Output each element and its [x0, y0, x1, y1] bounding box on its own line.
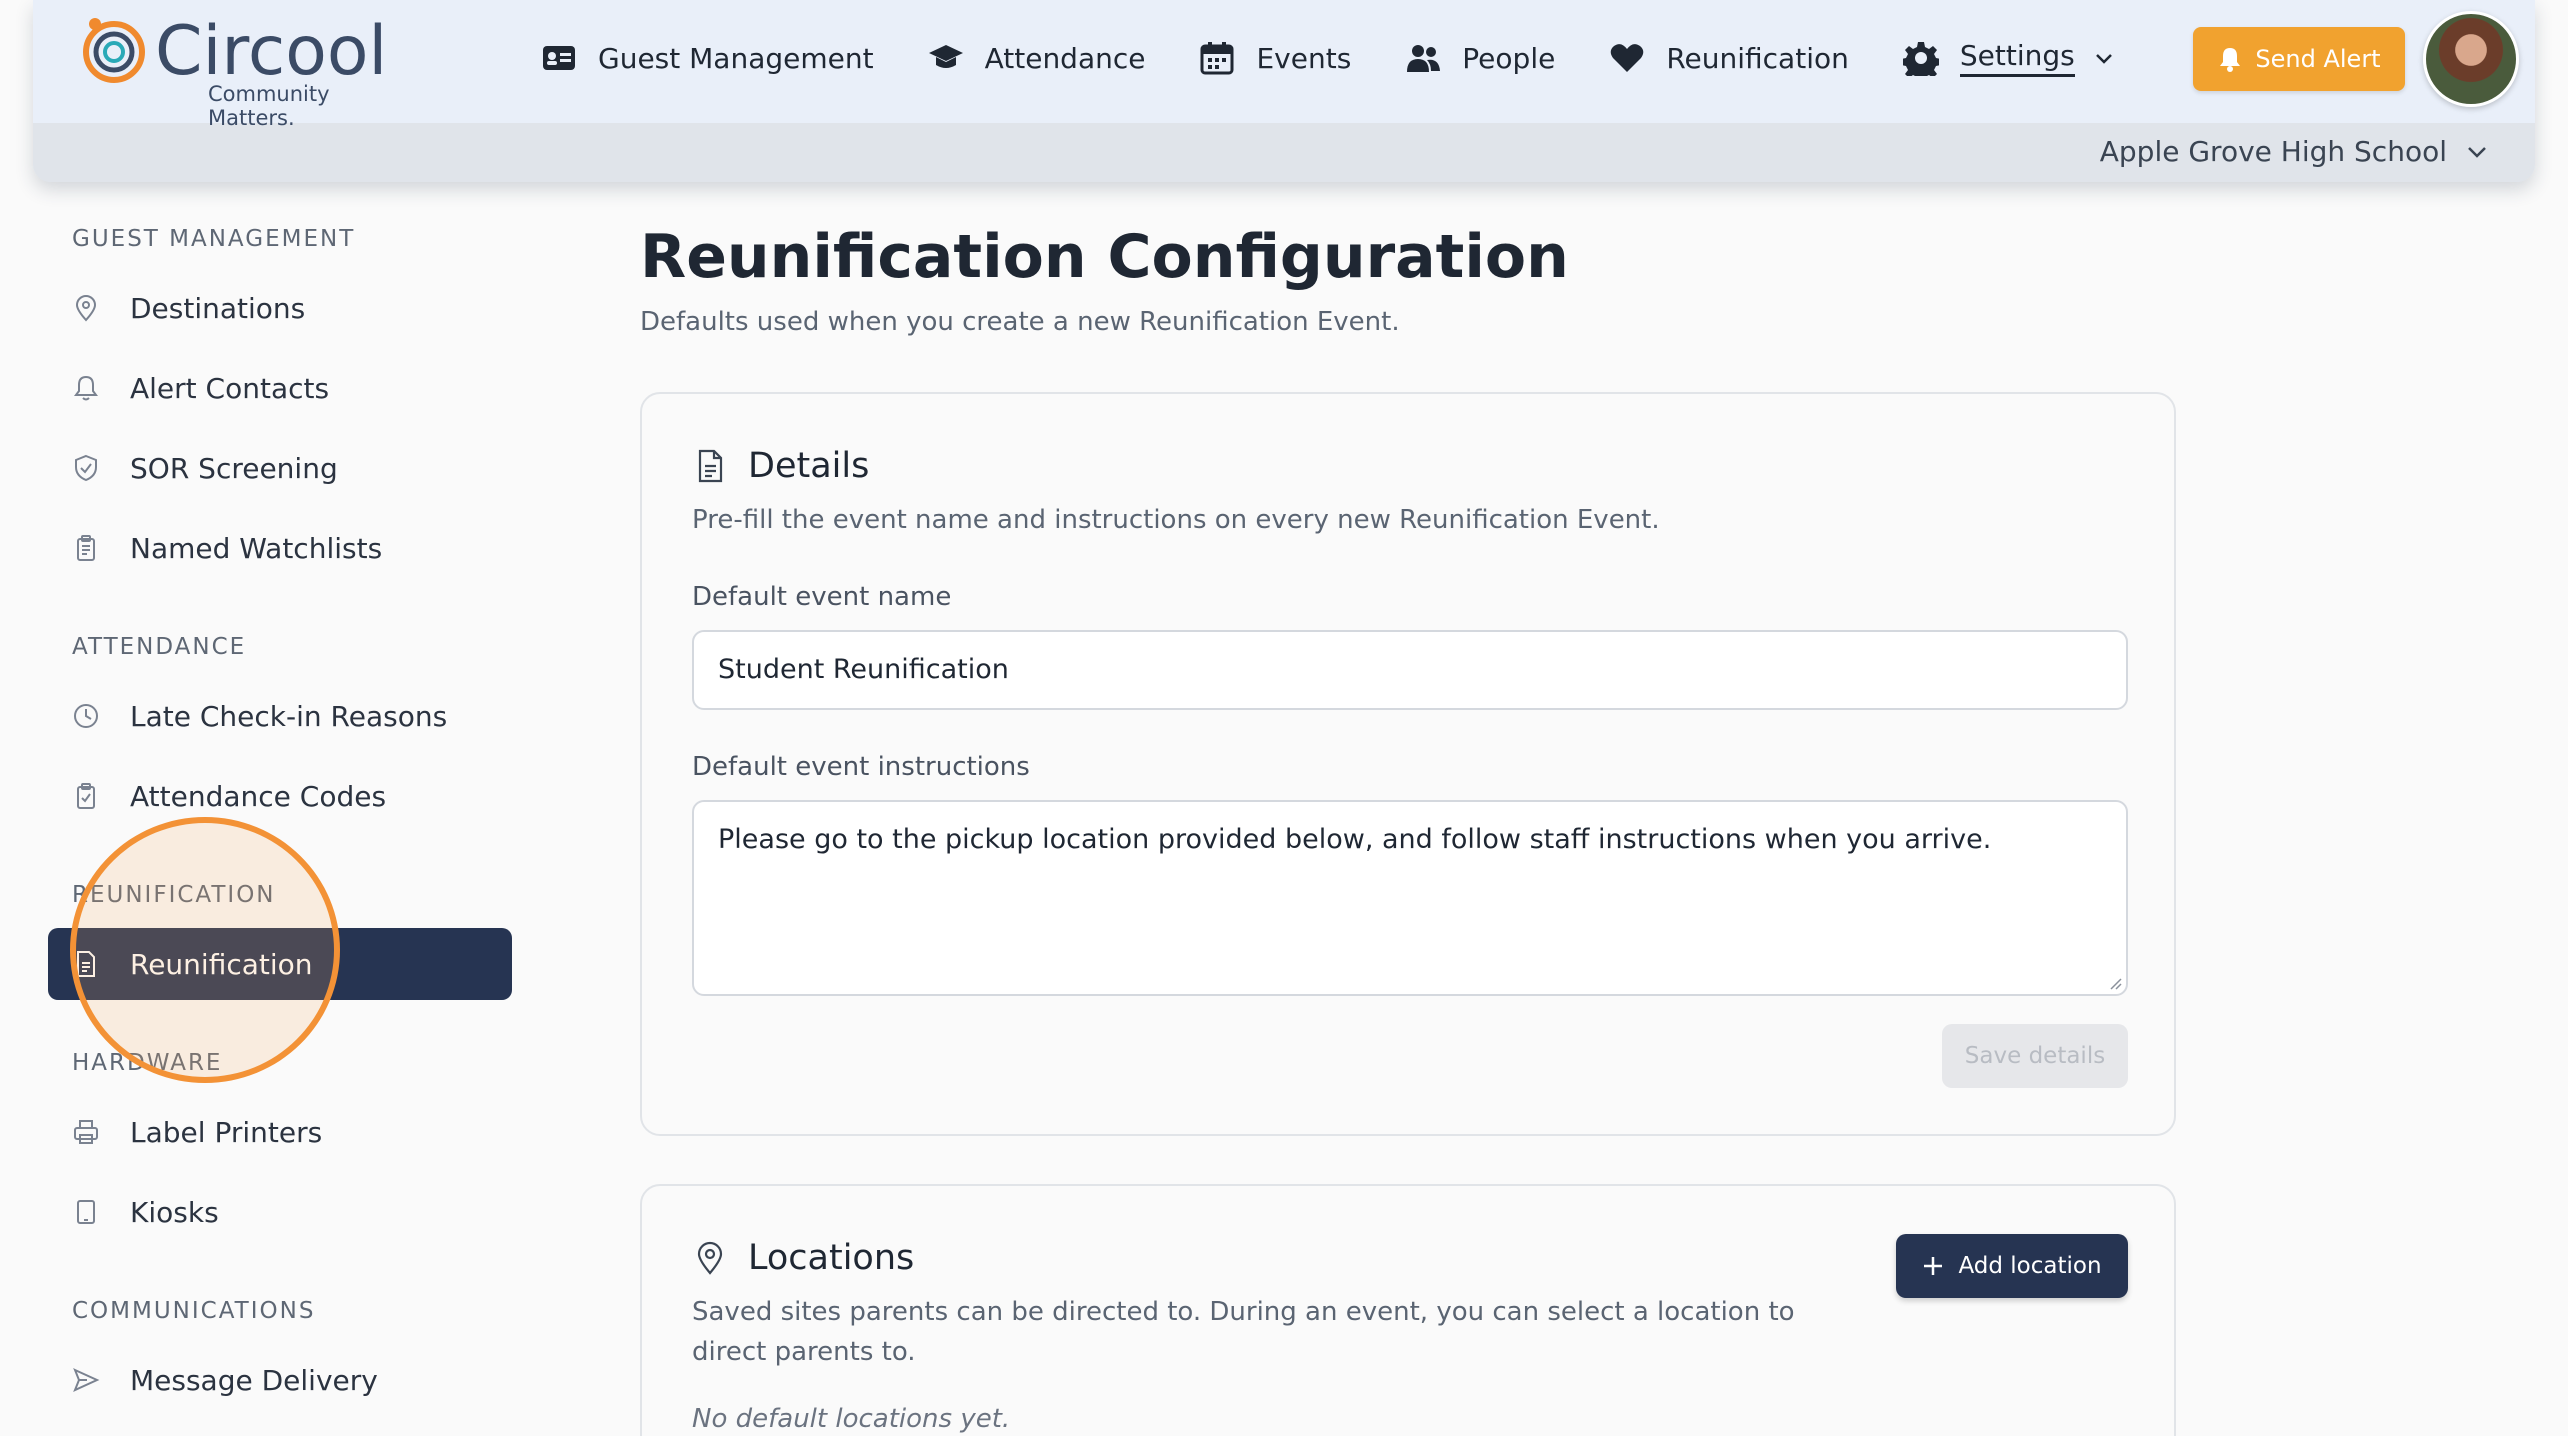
- default-event-instructions-label: Default event instructions: [692, 752, 1030, 782]
- printer-icon: [74, 1120, 98, 1144]
- page-title: Reunification Configuration: [640, 222, 1569, 292]
- map-pin-icon: [697, 1241, 723, 1275]
- sidebar-item-named-watchlists[interactable]: Named Watchlists: [48, 512, 512, 584]
- nav-label: Events: [1256, 41, 1352, 75]
- sidebar-item-label-printers[interactable]: Label Printers: [48, 1096, 512, 1168]
- nav-guest-management[interactable]: Guest Management: [541, 26, 874, 90]
- app-name: Circool: [155, 12, 388, 91]
- sidebar-item-label: Kiosks: [130, 1195, 219, 1229]
- nav-people[interactable]: People: [1405, 26, 1555, 90]
- add-location-label: Add location: [1958, 1253, 2102, 1279]
- user-avatar[interactable]: [2423, 11, 2519, 107]
- locations-card: Locations Saved sites parents can be dir…: [640, 1184, 2176, 1436]
- page-subtitle: Defaults used when you create a new Reun…: [640, 307, 1400, 337]
- locations-title-text: Locations: [748, 1238, 915, 1278]
- details-description: Pre-fill the event name and instructions…: [692, 505, 1660, 535]
- locations-empty-state: No default locations yet.: [692, 1404, 1011, 1434]
- section-communications: COMMUNICATIONS: [72, 1298, 316, 1324]
- sidebar-item-label: Reunification: [130, 947, 313, 981]
- graduation-cap-icon: [928, 45, 963, 68]
- sidebar-item-sor-screening[interactable]: SOR Screening: [48, 432, 512, 504]
- map-pin-icon: [75, 295, 97, 322]
- sidebar-item-label: Label Printers: [130, 1115, 323, 1149]
- nav-attendance[interactable]: Attendance: [928, 26, 1146, 90]
- details-title-text: Details: [748, 446, 870, 486]
- clipboard-icon: [77, 535, 95, 561]
- main-nav: Guest Management Attendance Events Peopl…: [541, 26, 2190, 90]
- plus-icon: [1924, 1257, 1943, 1275]
- sidebar-item-kiosks[interactable]: Kiosks: [48, 1176, 512, 1248]
- sidebar-item-label: Alert Contacts: [130, 371, 330, 405]
- sidebar-item-reunification[interactable]: Reunification: [48, 928, 512, 1000]
- app-tagline: Community Matters.: [208, 82, 330, 130]
- default-event-instructions-textarea[interactable]: Please go to the pickup location provide…: [692, 800, 2128, 996]
- nav-label: People: [1462, 41, 1556, 75]
- users-icon: [1407, 45, 1441, 72]
- chevron-down-icon: [2468, 146, 2486, 158]
- sidebar-item-late-checkin-reasons[interactable]: Late Check-in Reasons: [48, 680, 512, 752]
- nav-label: Reunification: [1666, 41, 1849, 75]
- sidebar-item-label: Named Watchlists: [130, 531, 383, 565]
- section-attendance: ATTENDANCE: [72, 634, 247, 660]
- sidebar-item-label: SOR Screening: [130, 451, 338, 485]
- section-reunification: REUNIFICATION: [72, 882, 276, 908]
- document-icon: [77, 951, 95, 977]
- instructions-text: Please go to the pickup location provide…: [718, 824, 1992, 855]
- sidebar-item-destinations[interactable]: Destinations: [48, 272, 512, 344]
- nav-label: Guest Management: [598, 41, 874, 75]
- send-alert-label: Send Alert: [2255, 45, 2381, 73]
- default-event-name-input[interactable]: Student Reunification: [692, 630, 2128, 710]
- resize-handle-icon[interactable]: [2106, 974, 2122, 990]
- logo-mark-icon: [83, 18, 145, 83]
- shield-icon: [75, 454, 97, 482]
- sidebar-item-label: Attendance Codes: [130, 779, 387, 813]
- details-card-title: Details: [692, 446, 869, 486]
- clock-icon: [74, 704, 98, 728]
- sidebar-item-attendance-codes[interactable]: Attendance Codes: [48, 760, 512, 832]
- nav-events[interactable]: Events: [1199, 26, 1351, 90]
- sidebar-item-message-delivery[interactable]: Message Delivery: [48, 1344, 512, 1416]
- gear-icon: [1902, 42, 1939, 76]
- school-selector[interactable]: Apple Grove High School: [2100, 135, 2489, 168]
- nav-label: Attendance: [984, 41, 1146, 75]
- chevron-down-icon: [2095, 54, 2112, 64]
- heart-icon: [1611, 44, 1644, 72]
- calendar-icon: [1200, 42, 1234, 75]
- id-card-icon: [543, 46, 575, 70]
- default-event-name-label: Default event name: [692, 582, 952, 612]
- bell-icon: [74, 375, 98, 401]
- bell-icon: [2220, 48, 2241, 72]
- top-header: Circool Community Matters. Guest Managem…: [33, 0, 2535, 182]
- sidebar-item-label: Destinations: [130, 291, 306, 325]
- send-icon: [73, 1368, 100, 1392]
- nav-reunification[interactable]: Reunification: [1609, 26, 1849, 90]
- sidebar-item-label: Message Delivery: [130, 1363, 378, 1397]
- school-name: Apple Grove High School: [2099, 135, 2447, 168]
- send-alert-button[interactable]: Send Alert: [2193, 27, 2405, 91]
- clipboard-check-icon: [77, 783, 95, 809]
- tablet-icon: [77, 1200, 95, 1224]
- section-hardware: HARDWARE: [72, 1050, 223, 1076]
- add-location-button[interactable]: Add location: [1896, 1234, 2128, 1298]
- save-details-button[interactable]: Save details: [1942, 1024, 2128, 1088]
- locations-card-title: Locations: [692, 1238, 914, 1278]
- section-guest-management: GUEST MANAGEMENT: [72, 226, 356, 252]
- sidebar-item-alert-contacts[interactable]: Alert Contacts: [48, 352, 512, 424]
- nav-settings[interactable]: Settings: [1902, 26, 2136, 90]
- sidebar-item-label: Late Check-in Reasons: [130, 699, 448, 733]
- app-logo[interactable]: Circool Community Matters.: [81, 10, 401, 130]
- document-icon: [698, 449, 723, 483]
- details-card: Details Pre-fill the event name and inst…: [640, 392, 2176, 1136]
- locations-description: Saved sites parents can be directed to. …: [692, 1297, 1795, 1367]
- nav-label: Settings: [1959, 39, 2075, 77]
